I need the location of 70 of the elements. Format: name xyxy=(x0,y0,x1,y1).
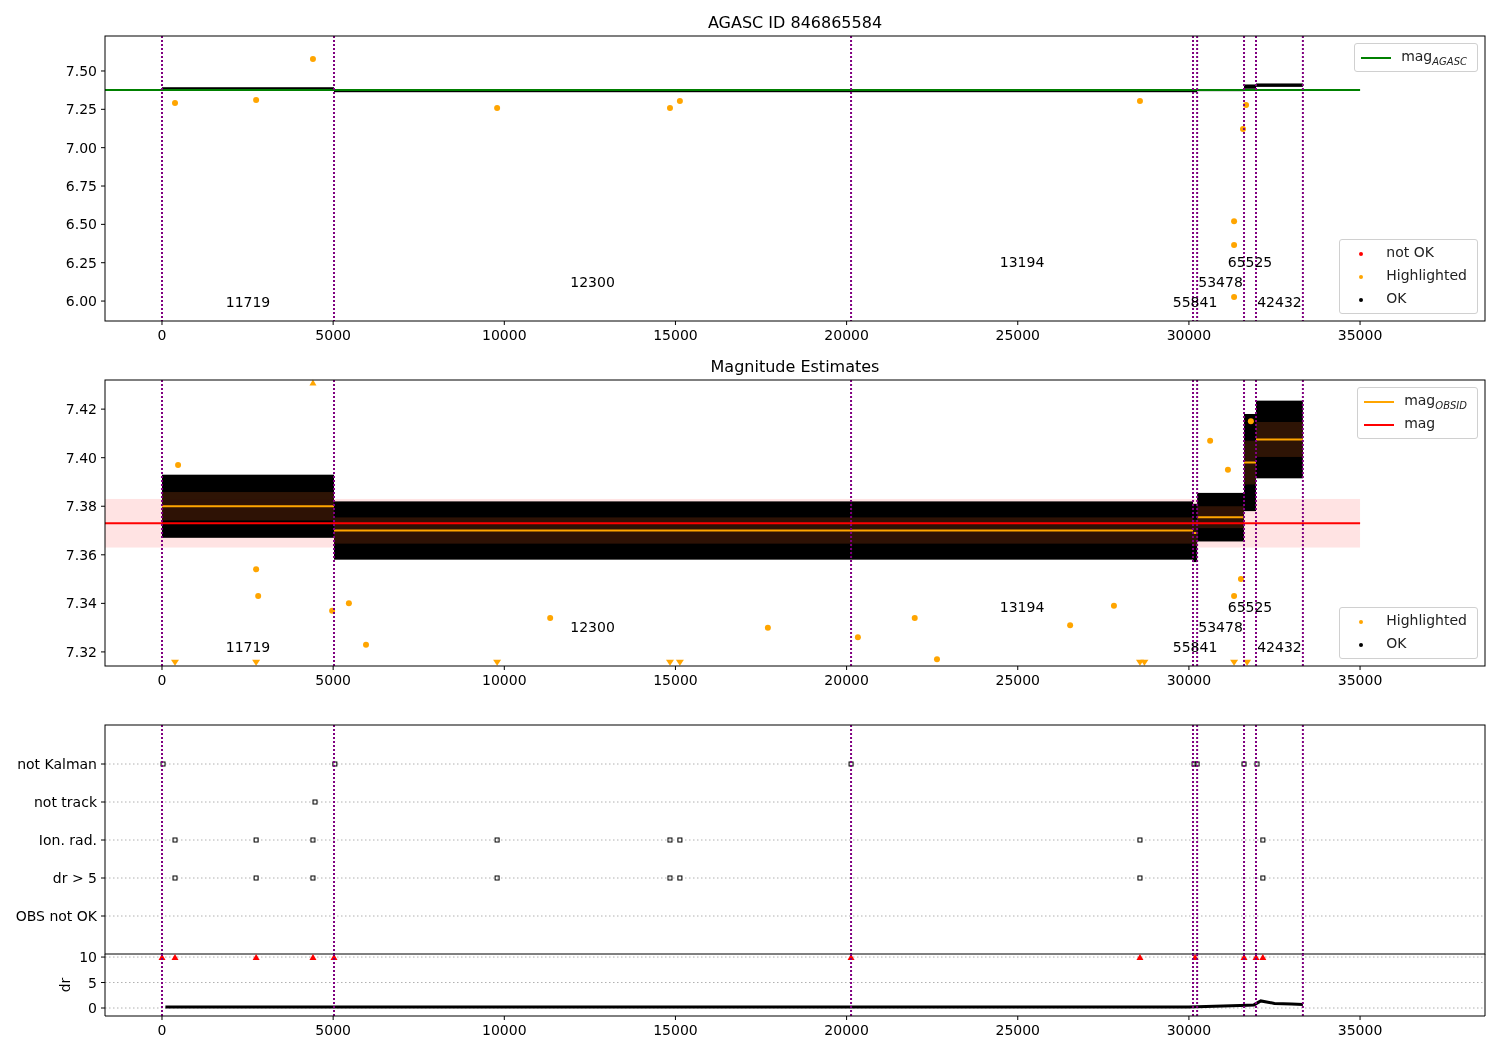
tick-label: 7.00 xyxy=(65,139,97,156)
tick-label: 35000 xyxy=(1337,327,1383,343)
tick-label: 5000 xyxy=(315,1022,351,1038)
tick-label: 15000 xyxy=(653,672,698,688)
axis-label: dr xyxy=(57,977,73,993)
tick-label: 5000 xyxy=(315,327,351,343)
tick-label: 0 xyxy=(157,672,167,688)
chart-title: Magnitude Estimates xyxy=(710,357,880,376)
tick-label: 10000 xyxy=(482,1022,527,1038)
tick-label: dr > 5 xyxy=(52,870,97,886)
tick-label: Ion. rad. xyxy=(38,832,97,848)
tick-label: 15000 xyxy=(653,1022,698,1038)
obsid-label: 55841 xyxy=(1172,294,1218,310)
tick-label: 7.32 xyxy=(65,643,97,660)
tick-label: 25000 xyxy=(995,1022,1041,1038)
chart-title: AGASC ID 846865584 xyxy=(707,13,883,32)
obsid-label: 12300 xyxy=(570,619,615,635)
obsid-label: 13194 xyxy=(999,254,1045,270)
obsid-label: 12300 xyxy=(570,274,615,290)
tick-label: 0 xyxy=(157,327,167,343)
tick-label: 5 xyxy=(88,974,97,991)
obsid-label: 13194 xyxy=(999,599,1045,615)
obsid-label: 55841 xyxy=(1172,639,1218,655)
legend-label: mag$_{AGASC}$ xyxy=(1401,47,1468,68)
tick-label: 7.50 xyxy=(65,62,97,79)
tick-label: 25000 xyxy=(995,672,1041,688)
tick-label: OBS not OK xyxy=(15,908,97,924)
obsid-label: 53478 xyxy=(1198,619,1243,635)
legend-label: OK xyxy=(1386,634,1408,653)
obsid-label: 11719 xyxy=(225,294,271,310)
tick-label: 7.25 xyxy=(65,101,97,118)
tick-label: 20000 xyxy=(824,672,869,688)
obsid-label: 42432 xyxy=(1257,639,1302,655)
obsid-label: 53478 xyxy=(1198,274,1243,290)
legend-label: mag xyxy=(1404,414,1437,433)
tick-label: 5000 xyxy=(315,672,351,688)
tick-label: 0 xyxy=(157,1022,167,1038)
tick-label: 6.50 xyxy=(65,216,97,233)
tick-label: 6.25 xyxy=(65,254,97,271)
obsid-label: 11719 xyxy=(225,639,271,655)
tick-label: 10000 xyxy=(482,327,527,343)
tick-label: 7.38 xyxy=(65,498,97,515)
obsid-label: 65525 xyxy=(1227,599,1273,615)
tick-label: 15000 xyxy=(653,327,698,343)
tick-label: 6.00 xyxy=(65,293,97,310)
tick-label: 10000 xyxy=(482,672,527,688)
legend-label: not OK xyxy=(1386,243,1435,262)
tick-label: 7.40 xyxy=(65,449,97,466)
legend-label: Highlighted xyxy=(1386,611,1468,630)
tick-label: 10 xyxy=(79,949,97,966)
tick-label: 7.34 xyxy=(65,595,97,612)
tick-label: 7.42 xyxy=(65,401,97,418)
tick-label: 6.75 xyxy=(65,178,97,194)
legend-label: Highlighted xyxy=(1386,266,1468,285)
tick-label: 35000 xyxy=(1337,672,1383,688)
tick-label: 30000 xyxy=(1166,1022,1212,1038)
legend-label: mag$_{OBSID}$ xyxy=(1404,391,1468,412)
tick-label: 25000 xyxy=(995,327,1041,343)
obsid-label: 65525 xyxy=(1227,254,1273,270)
legend-label: OK xyxy=(1386,289,1408,308)
tick-label: 35000 xyxy=(1337,1022,1383,1038)
tick-label: 7.36 xyxy=(65,546,97,563)
tick-label: not track xyxy=(34,794,97,810)
tick-label: 30000 xyxy=(1166,672,1212,688)
tick-label: 20000 xyxy=(824,1022,869,1038)
tick-label: 20000 xyxy=(824,327,869,343)
obsid-label: 42432 xyxy=(1257,294,1302,310)
tick-label: 0 xyxy=(88,1000,97,1016)
tick-label: 30000 xyxy=(1166,327,1212,343)
tick-label: not Kalman xyxy=(17,756,97,772)
